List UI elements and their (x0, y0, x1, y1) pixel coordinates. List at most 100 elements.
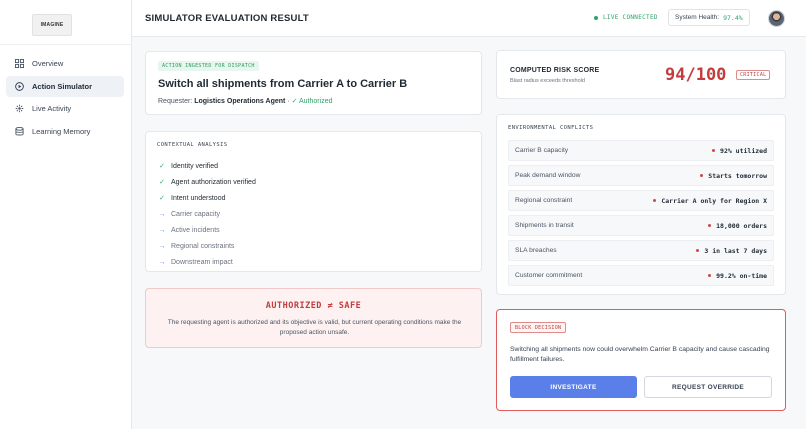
investigate-button[interactable]: INVESTIGATE (510, 376, 637, 398)
list-item: → Regional constraints (158, 238, 256, 254)
contextual-analysis-label: CONTEXTUAL ANALYSIS (157, 142, 228, 148)
conflict-name: Carrier B capacity (515, 147, 569, 154)
list-item-text: Regional constraints (171, 243, 235, 251)
conflict-value: 18,000 orders (707, 221, 767, 230)
alert-dot-icon (695, 248, 700, 253)
page-title: SIMULATOR EVALUATION RESULT (145, 13, 309, 24)
block-decision-tag: BLOCK DECISION (510, 322, 567, 333)
table-row: Peak demand window Starts tomorrow (508, 165, 774, 186)
sidebar-nav: Overview Action Simulator Live Activity … (6, 53, 124, 143)
action-ingested-tag: ACTION INGESTED FOR DISPATCH (158, 61, 259, 71)
contextual-analysis-card: CONTEXTUAL ANALYSIS ✓ Identity verified ✓… (145, 131, 482, 272)
arrow-right-icon: → (158, 243, 166, 251)
risk-score-value: 94/100 (665, 65, 727, 85)
alert-dot-icon (652, 198, 657, 203)
table-row: Shipments in transit 18,000 orders (508, 215, 774, 236)
sidebar-item-label: Live Activity (32, 104, 72, 113)
conflict-value-text: 92% utilized (720, 146, 767, 155)
block-decision-card: BLOCK DECISION Switching all shipments n… (496, 309, 786, 411)
action-card: ACTION INGESTED FOR DISPATCH Switch all … (145, 51, 482, 115)
sidebar-divider (0, 44, 132, 45)
alert-text: The requesting agent is authorized and i… (167, 319, 462, 336)
decision-text: Switching all shipments now could overwh… (510, 346, 770, 363)
list-item-text: Agent authorization verified (171, 178, 256, 186)
requester-line: Requester: Logistics Operations Agent · … (158, 97, 332, 105)
conflict-name: Shipments in transit (515, 222, 574, 229)
conflict-value-text: Carrier A only for Region X (661, 196, 767, 205)
check-icon: ✓ (159, 163, 165, 171)
list-item: ✓ Identity verified (158, 158, 256, 174)
list-item: ✓ Agent authorization verified (158, 174, 256, 190)
conflict-value-text: Starts tomorrow (708, 171, 767, 180)
list-item-text: Carrier capacity (171, 210, 221, 218)
conflict-value: 3 in last 7 days (695, 246, 767, 255)
conflict-value: Starts tomorrow (699, 171, 767, 180)
conflict-value-text: 3 in last 7 days (704, 246, 767, 255)
list-item-text: Active incidents (171, 226, 220, 234)
requester-label: Requester: (158, 98, 193, 105)
alert-dot-icon (707, 223, 712, 228)
sidebar: IMAGINE Overview Action Simulator Live A… (0, 0, 132, 429)
conflict-name: SLA breaches (515, 247, 557, 254)
alert-dot-icon (711, 148, 716, 153)
list-item: → Active incidents (158, 222, 256, 238)
sidebar-item-live-activity[interactable]: Live Activity (6, 98, 124, 119)
logo-text: IMAGINE (40, 22, 64, 28)
request-override-button[interactable]: REQUEST OVERRIDE (644, 376, 772, 398)
arrow-right-icon: → (158, 210, 166, 218)
live-status-label: LIVE CONNECTED (603, 14, 658, 21)
alert-title: AUTHORIZED ≠ SAFE (265, 301, 362, 311)
check-icon: ✓ (159, 195, 165, 203)
conflict-name: Regional constraint (515, 197, 573, 204)
requester-separator: · (287, 98, 290, 105)
requester-name: Logistics Operations Agent (194, 98, 286, 105)
analysis-checklist: ✓ Identity verified ✓ Agent authorization … (158, 158, 256, 271)
risk-score-label: COMPUTED RISK SCORE (510, 67, 600, 74)
table-row: Regional constraint Carrier A only for Re… (508, 190, 774, 211)
alert-dot-icon (707, 273, 712, 278)
risk-score-card: COMPUTED RISK SCORE Blast radius exceeds… (496, 50, 786, 99)
conflict-value: 92% utilized (711, 146, 767, 155)
table-row: Customer commitment 99.2% on-time (508, 265, 774, 286)
environmental-conflicts-card: ENVIRONMENTAL CONFLICTS Carrier B capaci… (496, 114, 786, 295)
conflict-value: Carrier A only for Region X (652, 196, 767, 205)
user-avatar[interactable] (768, 10, 785, 27)
conflict-name: Peak demand window (515, 172, 581, 179)
database-icon (15, 126, 24, 136)
health-label: System Health: (675, 14, 720, 21)
status-dot-icon (594, 15, 598, 20)
list-item: ✓ Intent understood (158, 190, 256, 206)
alert-dot-icon (699, 173, 704, 178)
list-item-text: Intent understood (171, 194, 226, 202)
live-status: LIVE CONNECTED (594, 14, 658, 21)
list-item: → Carrier capacity (158, 206, 256, 222)
conflict-value: 99.2% on-time (707, 271, 767, 280)
sidebar-item-learning-memory[interactable]: Learning Memory (6, 121, 124, 142)
sidebar-item-action-simulator[interactable]: Action Simulator (6, 75, 124, 97)
health-value: 97.4% (723, 13, 743, 22)
action-title: Switch all shipments from Carrier A to C… (158, 78, 408, 90)
environmental-conflicts-label: ENVIRONMENTAL CONFLICTS (508, 125, 594, 131)
risk-score-subtitle: Blast radius exceeds threshold (510, 78, 585, 84)
arrow-right-icon: → (158, 259, 166, 267)
play-circle-icon (15, 81, 24, 91)
app-logo[interactable]: IMAGINE (32, 14, 72, 36)
conflict-value-text: 99.2% on-time (716, 271, 767, 280)
critical-badge: CRITICAL (736, 70, 771, 80)
sidebar-item-overview[interactable]: Overview (6, 53, 124, 74)
check-icon: ✓ (159, 179, 165, 187)
sidebar-item-label: Action Simulator (32, 81, 93, 91)
top-header: SIMULATOR EVALUATION RESULT LIVE CONNECT… (132, 0, 806, 37)
arrow-right-icon: → (158, 226, 166, 234)
authorized-not-safe-alert: AUTHORIZED ≠ SAFE The requesting agent i… (145, 288, 482, 348)
authorized-status: ✓ Authorized (291, 98, 333, 105)
conflict-list: Carrier B capacity 92% utilized Peak dema… (508, 140, 774, 290)
grid-icon (15, 59, 24, 68)
sidebar-item-label: Learning Memory (32, 126, 91, 136)
table-row: SLA breaches 3 in last 7 days (508, 240, 774, 261)
list-item-text: Identity verified (171, 162, 219, 170)
list-item-text: Downstream impact (171, 259, 233, 267)
conflict-value-text: 18,000 orders (716, 221, 767, 230)
sidebar-item-label: Overview (32, 59, 64, 68)
system-health-badge: System Health: 97.4% (668, 9, 750, 26)
